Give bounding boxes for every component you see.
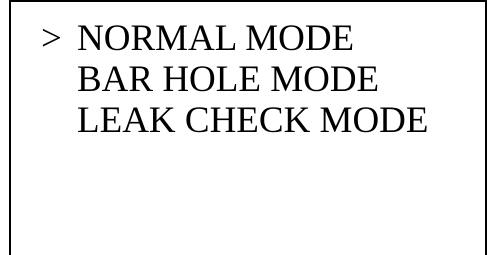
menu-item-bar-hole-mode[interactable]: BAR HOLE MODE	[41, 59, 428, 100]
menu-item-label: NORMAL MODE	[77, 18, 355, 59]
menu-item-leak-check-mode[interactable]: LEAK CHECK MODE	[41, 100, 428, 141]
menu-item-label: BAR HOLE MODE	[77, 59, 380, 100]
menu-item-normal-mode[interactable]: > NORMAL MODE	[41, 18, 428, 59]
selection-cursor: >	[41, 18, 62, 59]
menu-item-label: LEAK CHECK MODE	[77, 100, 429, 141]
display-screen: > NORMAL MODE BAR HOLE MODE LEAK CHECK M…	[9, 0, 487, 255]
mode-menu: > NORMAL MODE BAR HOLE MODE LEAK CHECK M…	[41, 18, 428, 141]
